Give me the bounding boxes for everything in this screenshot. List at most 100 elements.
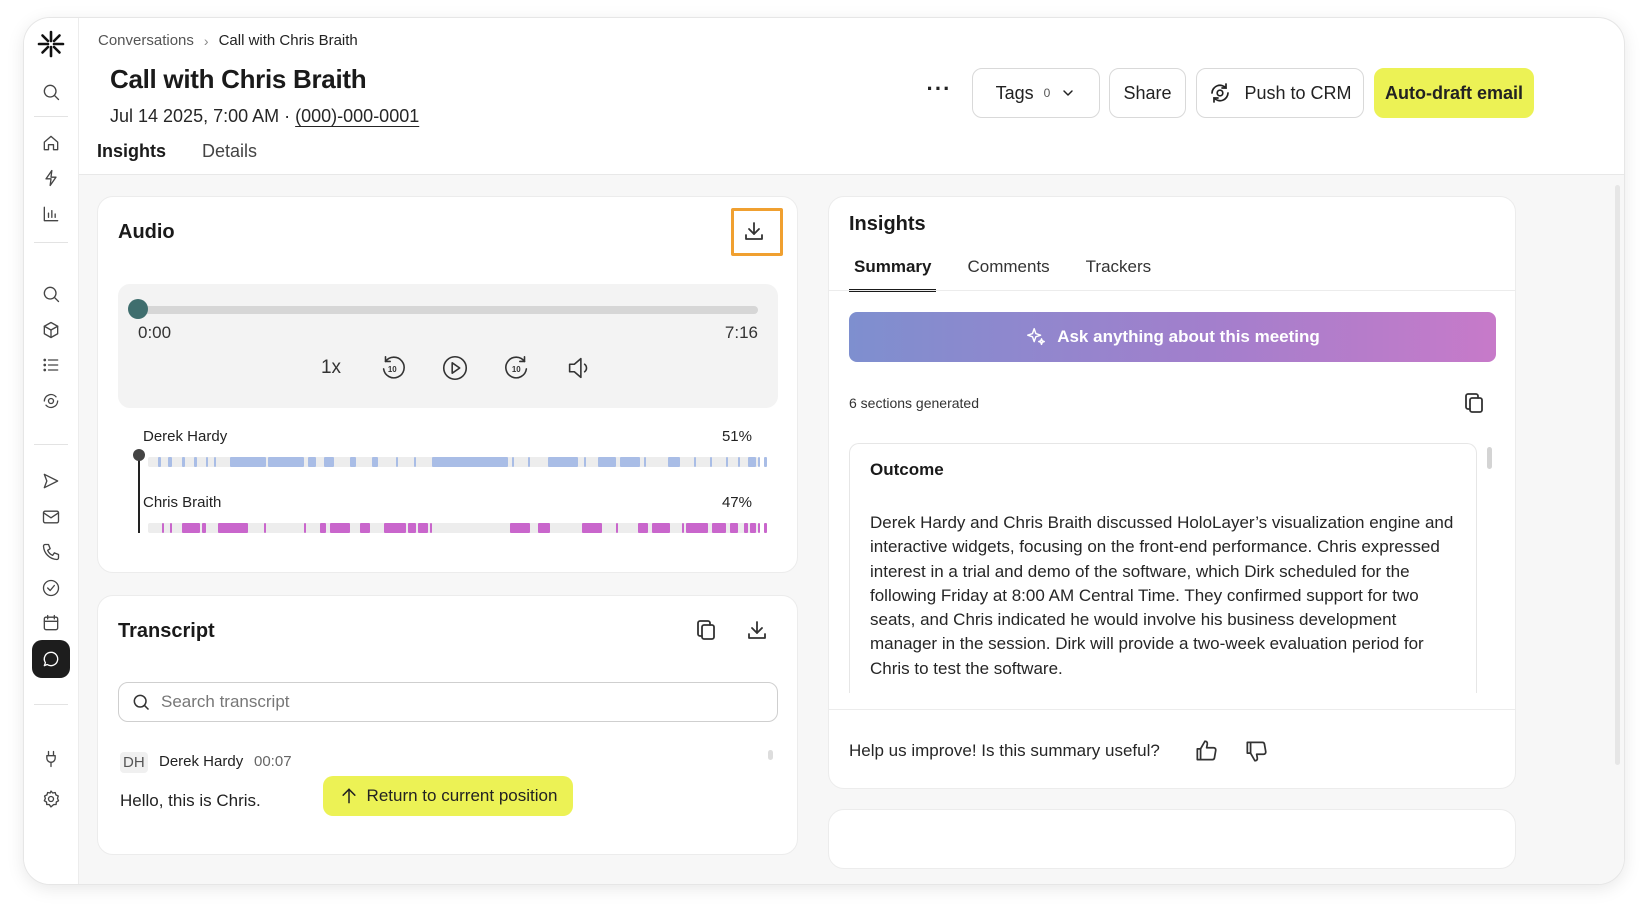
more-options-button[interactable]: ··· [924,78,954,106]
calendar-icon[interactable] [32,607,70,639]
return-label: Return to current position [366,786,558,805]
playback-controls: 1x 10 10 [313,350,597,386]
speech-segment [694,457,696,467]
speaker-percent: 47% [721,494,752,511]
page-scrollbar[interactable] [1615,185,1620,765]
arrow-up-icon [341,788,356,804]
push-to-crm-button[interactable]: Push to CRM [1196,68,1364,118]
speech-segment [620,457,640,467]
chevron-down-icon [1063,90,1074,96]
copy-transcript-button[interactable] [690,614,722,646]
speech-segment [264,523,266,533]
volume-icon [568,357,588,379]
speaker-timeline-chris[interactable] [148,523,767,533]
download-icon [748,621,766,639]
return-to-current-position-button[interactable]: Return to current position [323,776,573,816]
main-content: Audio 0:00 7:16 1x 10 10 Derek Hardy 51%… [79,175,1624,884]
sidebar-divider [34,116,68,117]
check-circle-icon[interactable] [32,572,70,604]
transcript-timestamp[interactable]: 00:07 [254,753,292,770]
speech-segment [738,457,740,467]
speech-segment [202,523,206,533]
current-time: 0:00 [138,323,172,342]
home-icon[interactable] [32,127,70,159]
speech-segment [758,457,760,467]
feedback-prompt: Help us improve! Is this summary useful? [849,741,1160,760]
search-transcript-input[interactable] [161,692,721,712]
send-icon[interactable] [32,465,70,497]
next-insights-card [828,809,1516,869]
speech-segment [644,457,646,467]
volume-button[interactable] [561,350,597,386]
speech-segment [268,457,304,467]
transcript-search [118,682,778,722]
push-to-crm-label: Push to CRM [1244,82,1352,103]
avatar: DH [120,752,148,773]
rewind-10-button[interactable]: 10 [375,350,411,386]
thumbs-up-button[interactable] [1191,736,1221,766]
play-button[interactable] [437,350,473,386]
download-transcript-button[interactable] [741,614,773,646]
mail-icon[interactable] [32,501,70,533]
ask-meeting-button[interactable]: Ask anything about this meeting [849,312,1496,362]
copy-icon [1465,393,1483,413]
auto-draft-email-button[interactable]: Auto-draft email [1374,68,1534,118]
phone-number-link[interactable]: (000)-000-0001 [295,106,419,126]
copy-summary-button[interactable] [1458,387,1490,419]
playhead-dot[interactable] [133,449,145,461]
page-title: Call with Chris Braith [110,64,367,94]
rewind-10-icon: 10 [382,355,405,379]
cube-icon[interactable] [32,314,70,346]
list-icon[interactable] [32,349,70,381]
speech-segment [360,523,370,533]
speech-segment [764,457,767,467]
speech-segment [764,523,767,533]
tab-insights[interactable]: Insights [92,138,172,179]
insights-title: Insights [849,213,926,235]
sidebar [24,18,79,884]
speech-segment [304,523,306,533]
gear-icon[interactable] [32,783,70,815]
tags-dropdown[interactable]: Tags 0 [972,68,1100,118]
thumbs-down-button[interactable] [1241,736,1271,766]
audio-title: Audio [118,221,175,243]
duration: 7:16 [724,323,758,342]
speed-button[interactable]: 1x [313,350,349,386]
logo-icon[interactable] [32,28,70,60]
outcome-text: Derek Hardy and Chris Braith discussed H… [870,513,1454,678]
speech-segment [598,457,616,467]
search-icon[interactable] [32,76,70,108]
speech-segment [182,457,185,467]
speech-segment [408,523,416,533]
phone-icon[interactable] [32,536,70,568]
progress-knob[interactable] [128,299,148,319]
forward-10-button[interactable]: 10 [499,350,535,386]
speech-segment [320,523,326,533]
tab-summary[interactable]: Summary [849,253,937,292]
sync-eye-icon[interactable] [32,385,70,417]
speech-segment [230,457,266,467]
bar-chart-icon[interactable] [32,198,70,230]
speech-segment [528,457,530,467]
speaker-timeline-derek[interactable] [148,457,767,467]
ask-meeting-label: Ask anything about this meeting [1057,327,1320,346]
scrollbar[interactable] [768,750,773,760]
speech-segment [652,523,670,533]
svg-text:10: 10 [388,365,397,374]
search-icon[interactable] [32,278,70,310]
speech-segment [418,523,428,533]
speaker-percent: 51% [721,428,752,445]
conversations-icon[interactable] [32,640,70,678]
lightning-icon[interactable] [32,162,70,194]
speech-segment [158,457,161,467]
tab-details[interactable]: Details [197,138,262,179]
tab-comments[interactable]: Comments [962,253,1054,292]
scrollbar[interactable] [1487,447,1492,469]
tab-trackers[interactable]: Trackers [1081,253,1157,292]
speech-segment [414,457,416,467]
speech-segment [384,523,406,533]
breadcrumb-parent-link[interactable]: Conversations [98,32,194,49]
share-button[interactable]: Share [1109,68,1186,118]
plug-icon[interactable] [32,743,70,775]
progress-track[interactable] [138,306,758,314]
